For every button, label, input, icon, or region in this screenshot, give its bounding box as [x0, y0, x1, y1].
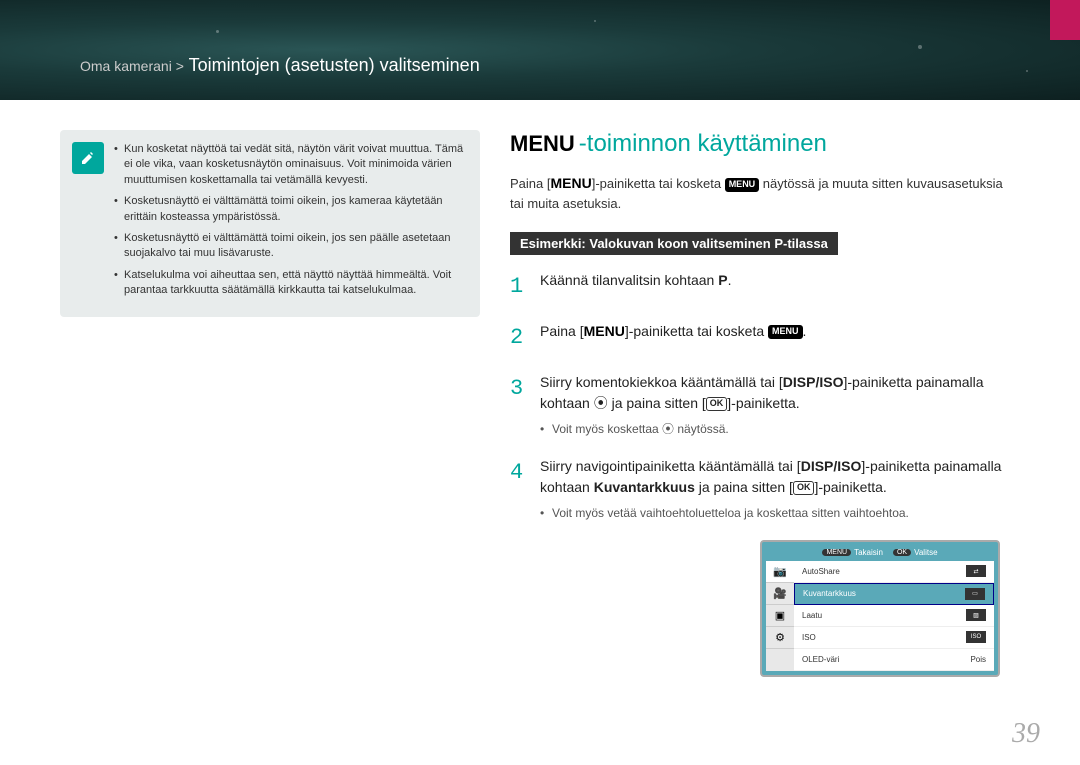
menu-label: MENU: [510, 131, 575, 157]
intro-text: Paina [MENU]-painiketta tai kosketa MENU…: [510, 173, 1020, 214]
ok-icon: OK: [706, 397, 728, 411]
note-item: Katselukulma voi aiheuttaa sen, että näy…: [114, 268, 468, 299]
list-row-laatu[interactable]: Laatu▨: [794, 605, 994, 627]
page-number: 39: [1012, 718, 1040, 750]
breadcrumb: Oma kamerani > Toimintojen (asetusten) v…: [80, 55, 480, 76]
kuvantarkkuus-label: Kuvantarkkuus: [594, 479, 695, 495]
screen-sidebar: 📷 🎥 ▣ ⚙: [766, 561, 794, 671]
ok-icon: OK: [793, 481, 815, 495]
menu-inline: MENU: [584, 323, 625, 339]
step-1: 1 Käännä tilanvalitsin kohtaan P.: [510, 270, 1020, 303]
screen-menu-list: AutoShare⇄ Kuvantarkkuus▭ Laatu▨ ISOISO …: [794, 561, 994, 671]
section-title: MENU-toiminnon käyttäminen: [510, 130, 1020, 158]
step-number: 2: [510, 321, 528, 354]
steps-list: 1 Käännä tilanvalitsin kohtaan P. 2 Pain…: [510, 270, 1020, 522]
disp-iso-label: DISP/ISO: [801, 458, 862, 474]
list-row-autoshare[interactable]: AutoShare⇄: [794, 561, 994, 583]
list-row-oled[interactable]: OLED-väriPois: [794, 649, 994, 671]
value-icon: ISO: [966, 631, 986, 643]
custom-tab-icon[interactable]: ▣: [766, 605, 794, 627]
note-list: Kun kosketat näyttöä tai vedät sitä, näy…: [114, 142, 468, 305]
disp-iso-label: DISP/ISO: [783, 374, 844, 390]
note-box: Kun kosketat näyttöä tai vedät sitä, näy…: [60, 130, 480, 317]
title-suffix: -toiminnon käyttäminen: [579, 130, 827, 158]
screen-top-bar: MENU Takaisin OK Valitse: [766, 546, 994, 561]
step-number: 1: [510, 270, 528, 303]
settings-tab-icon[interactable]: ⚙: [766, 627, 794, 649]
value-text: Pois: [970, 655, 986, 664]
note-item: Kun kosketat näyttöä tai vedät sitä, näy…: [114, 142, 468, 188]
page-header: Oma kamerani > Toimintojen (asetusten) v…: [0, 0, 1080, 100]
step-number: 3: [510, 372, 528, 438]
note-item: Kosketusnäyttö ei välttämättä toimi oike…: [114, 231, 468, 262]
note-item: Kosketusnäyttö ei välttämättä toimi oike…: [114, 194, 468, 225]
ok-pill: OK: [893, 549, 911, 556]
step-sub-note: Voit myös vetää vaihtoehtoluetteloa ja k…: [540, 504, 1020, 522]
value-icon: ▭: [965, 588, 985, 600]
camera-icon: ⦿: [594, 395, 608, 411]
list-row-iso[interactable]: ISOISO: [794, 627, 994, 649]
menu-icon: MENU: [725, 178, 760, 192]
step-4: 4 Siirry navigointipainiketta kääntämäll…: [510, 456, 1020, 522]
step-3: 3 Siirry komentokiekkoa kääntämällä tai …: [510, 372, 1020, 438]
p-mode-icon: P: [718, 272, 727, 288]
list-row-kuvantarkkuus[interactable]: Kuvantarkkuus▭: [794, 583, 994, 605]
value-icon: ▨: [966, 609, 986, 621]
breadcrumb-prefix: Oma kamerani >: [80, 58, 184, 74]
camera-tab-icon[interactable]: 📷: [766, 561, 794, 583]
example-label: Esimerkki: Valokuvan koon valitseminen P…: [510, 232, 838, 255]
menu-icon: MENU: [768, 325, 803, 339]
breadcrumb-title: Toimintojen (asetusten) valitseminen: [189, 55, 480, 75]
step-sub-note: Voit myös koskettaa ⦿ näytössä.: [540, 420, 1020, 438]
step-2: 2 Paina [MENU]-painiketta tai kosketa ME…: [510, 321, 1020, 354]
step-number: 4: [510, 456, 528, 522]
pencil-icon: [72, 142, 104, 174]
camera-screen-preview: MENU Takaisin OK Valitse 📷 🎥 ▣ ⚙ AutoSha…: [760, 540, 1000, 677]
menu-pill: MENU: [822, 549, 851, 556]
video-tab-icon[interactable]: 🎥: [766, 583, 794, 605]
menu-inline: MENU: [550, 175, 591, 191]
toggle-icon: ⇄: [966, 565, 986, 577]
